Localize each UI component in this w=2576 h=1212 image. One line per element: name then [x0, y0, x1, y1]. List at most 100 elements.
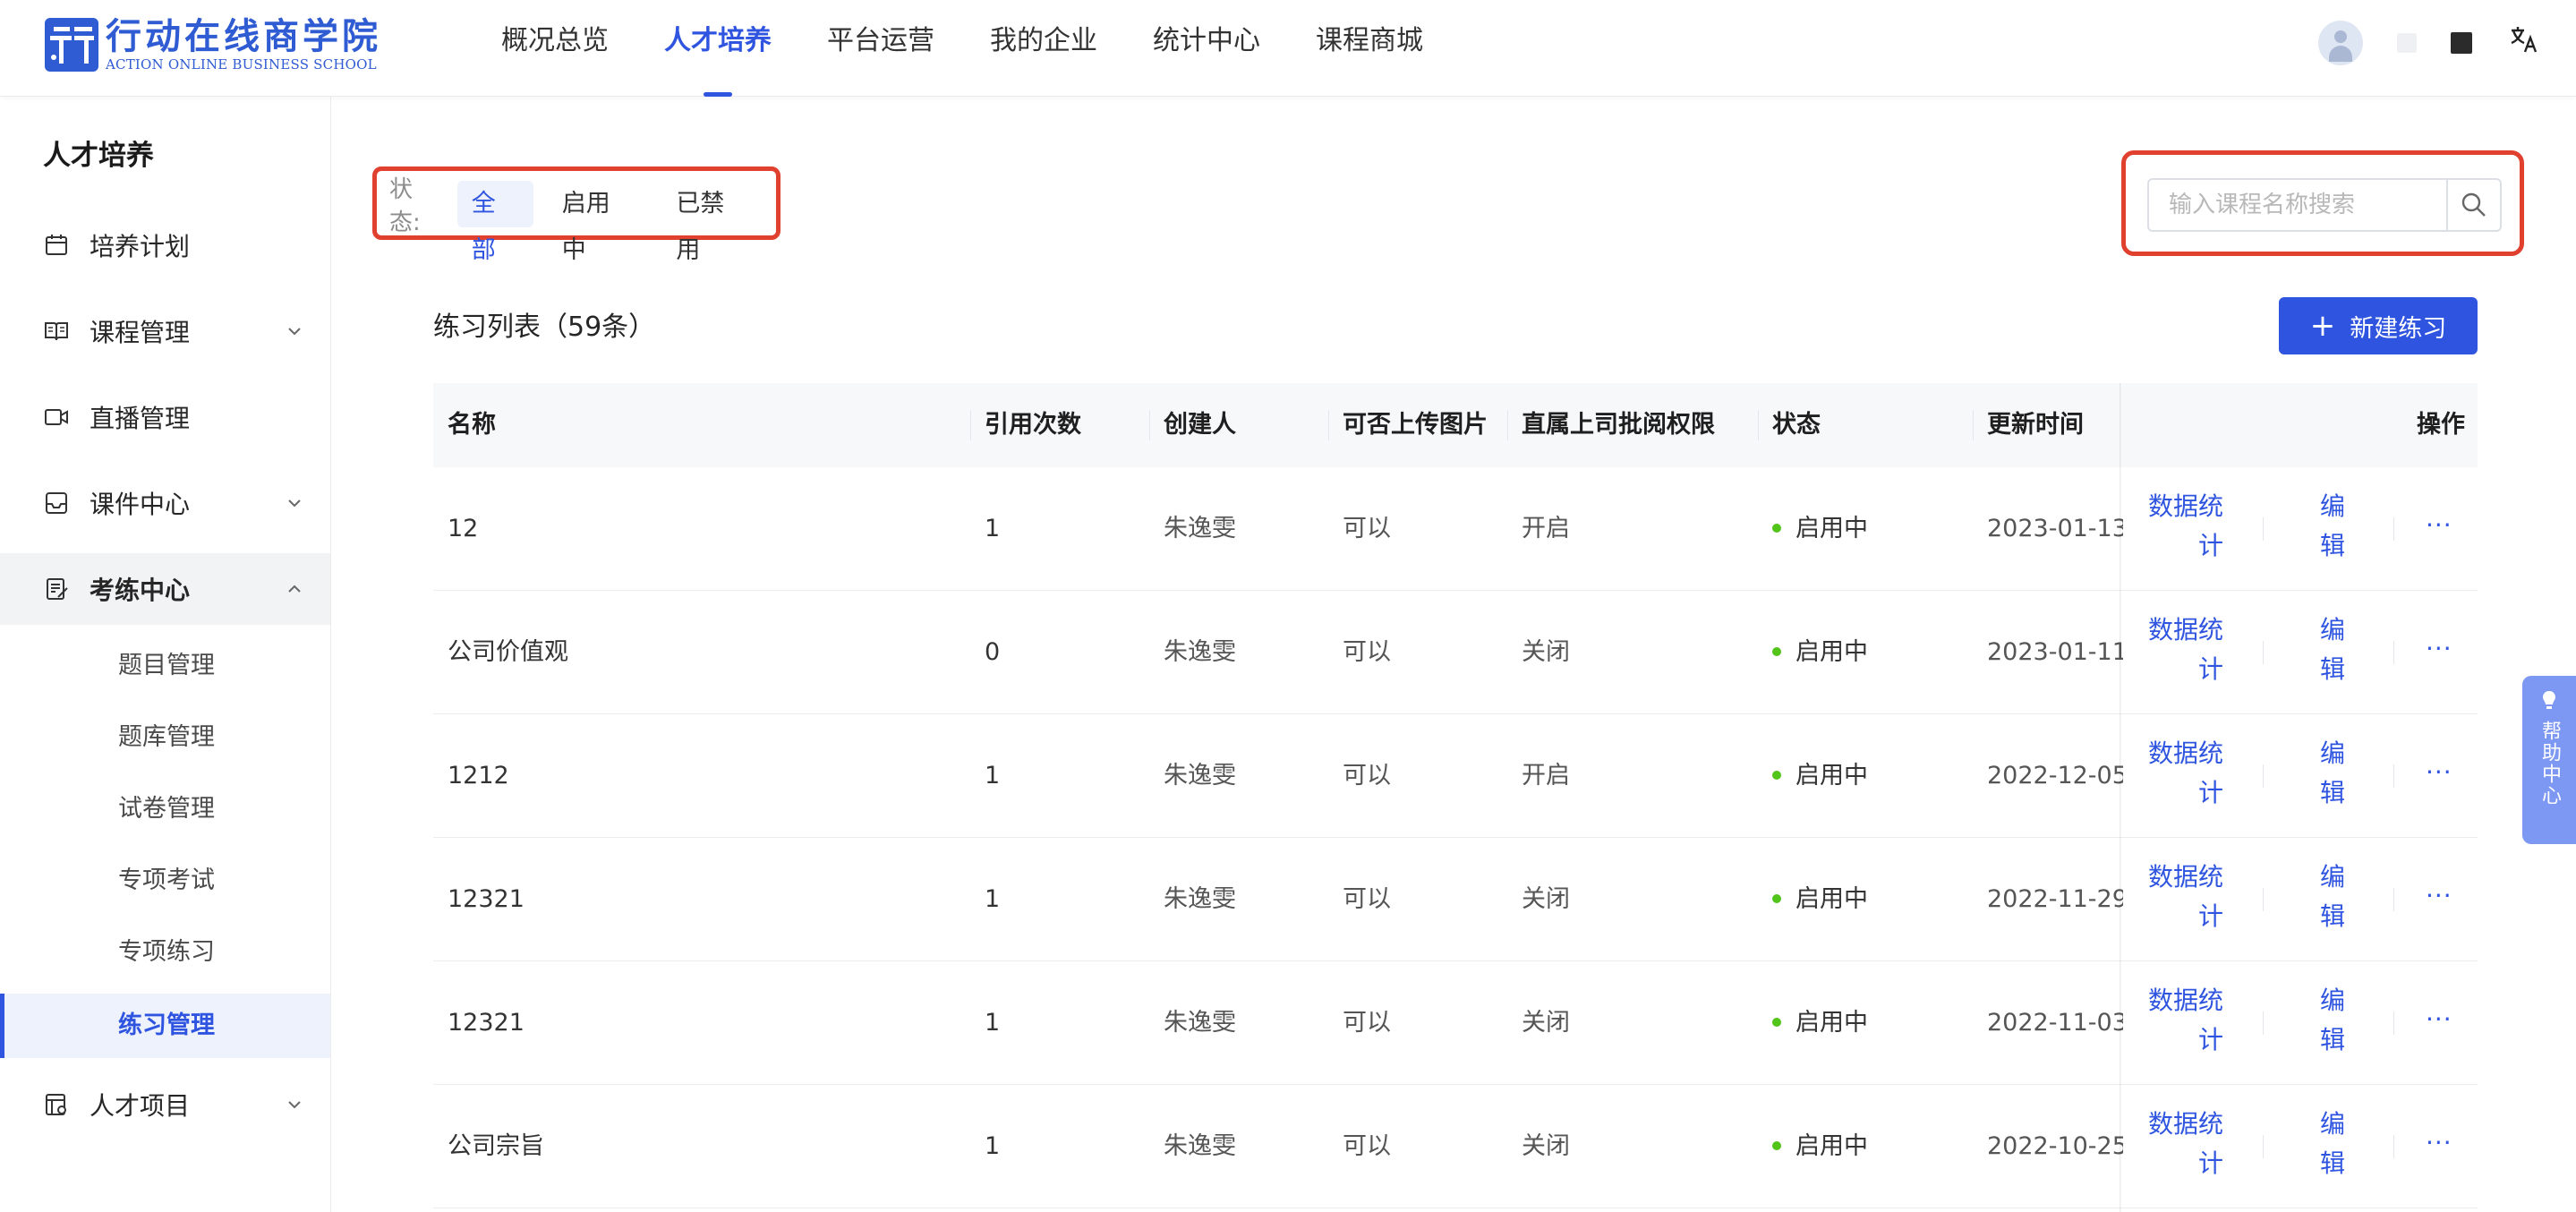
cell-updated-text: 2022-12-05	[1987, 762, 2123, 790]
practice-table: 名称 引用次数 创建人 可否上传图片 直属上司批阅权限 状态 更新时间 操作 1…	[433, 383, 2478, 1212]
search-input[interactable]	[2147, 178, 2446, 232]
filter-disabled[interactable]: 已禁用	[661, 181, 762, 264]
more-actions-icon[interactable]: ···	[2426, 510, 2452, 540]
cell-status: 启用中	[1758, 591, 1991, 713]
sidebar-item-label: 课程管理	[90, 318, 191, 347]
sidebar-item-label: 考练中心	[90, 576, 191, 605]
cell-status-text: 启用中	[1796, 762, 1868, 790]
search-icon	[2461, 192, 2486, 217]
sidebar-sub-question-bank[interactable]: 题库管理	[0, 705, 330, 770]
col-updated: 更新时间	[1987, 411, 2084, 439]
col-review: 直属上司批阅权限	[1522, 411, 1715, 439]
edit-label: 辑	[2319, 778, 2345, 807]
sidebar-sub-question-mgmt[interactable]: 题目管理	[0, 634, 330, 698]
table-header: 名称 引用次数 创建人 可否上传图片 直属上司批阅权限 状态 更新时间 操作	[433, 383, 2478, 467]
cell-creator-text: 朱逸雯	[1164, 638, 1236, 666]
edit-label: 编	[2319, 738, 2345, 768]
help-center-button[interactable]: 帮助中心	[2522, 676, 2576, 844]
data-stats-label: 计	[2197, 654, 2223, 684]
nav-platform-ops[interactable]: 平台运营	[827, 0, 934, 97]
edit-link[interactable]: 编辑	[2315, 610, 2350, 689]
cell-updated: 2023-01-13	[1973, 467, 2123, 590]
edit-link[interactable]: 编辑	[2315, 981, 2350, 1060]
edit-link[interactable]: 编辑	[2315, 487, 2350, 566]
edit-link[interactable]: 编辑	[2315, 734, 2350, 813]
cell-review: 关闭	[1507, 838, 1740, 960]
filter-enabled[interactable]: 启用中	[548, 181, 648, 264]
help-center-label: 帮助中心	[2538, 721, 2561, 807]
cell-updated-text: 2023-01-11	[1987, 638, 2123, 666]
brand-name-en: ACTION ONLINE BUSINESS SCHOOL	[106, 56, 377, 73]
cell-review-text: 开启	[1522, 515, 1570, 542]
new-practice-label: 新建练习	[2350, 314, 2447, 343]
stop-icon[interactable]	[2451, 32, 2472, 54]
nav-course-mall[interactable]: 课程商城	[1316, 0, 1423, 97]
edit-link[interactable]: 编辑	[2315, 1105, 2350, 1183]
cell-refs-text: 1	[985, 1132, 1001, 1160]
sidebar-item-training-plan[interactable]: 培养计划	[0, 209, 330, 281]
cell-creator-text: 朱逸雯	[1164, 885, 1236, 913]
nav-overview[interactable]: 概况总览	[501, 0, 609, 97]
cell-name: 公司价值观	[433, 591, 666, 713]
placeholder-icon[interactable]	[2397, 33, 2417, 53]
sidebar-sub-paper-mgmt[interactable]: 试卷管理	[0, 777, 330, 841]
cell-status: 启用中	[1758, 467, 1991, 590]
sidebar-item-talent-project[interactable]: 人才项目	[0, 1069, 330, 1140]
sidebar-sub-special-exam[interactable]: 专项考试	[0, 849, 330, 913]
cell-refs-text: 1	[985, 1009, 1001, 1037]
status-dot-icon	[1772, 646, 1781, 656]
translate-icon[interactable]	[2506, 24, 2542, 62]
more-actions-icon[interactable]: ···	[2426, 1004, 2452, 1034]
edit-link[interactable]: 编辑	[2315, 858, 2350, 936]
nav-my-company[interactable]: 我的企业	[990, 0, 1097, 97]
cell-name: 公司宗旨	[433, 1085, 666, 1208]
cell-review-text: 关闭	[1522, 1009, 1570, 1037]
cell-updated-text: 2022-11-03	[1987, 1009, 2123, 1037]
sidebar-item-label: 课件中心	[90, 490, 191, 519]
search-button[interactable]	[2446, 178, 2502, 232]
edit-label: 编	[2319, 491, 2345, 521]
nav-talent-training[interactable]: 人才培养	[664, 0, 772, 97]
cell-name-text: 公司价值观	[448, 638, 568, 666]
new-practice-button[interactable]: + 新建练习	[2279, 297, 2478, 354]
sidebar-sub-practice-mgmt[interactable]: 练习管理	[0, 994, 330, 1058]
top-right-tools	[2318, 20, 2542, 66]
data-stats-link[interactable]: 数据统计	[2141, 858, 2231, 936]
cell-upload-text: 可以	[1343, 638, 1391, 666]
sidebar-title: 人才培养	[43, 140, 154, 172]
col-actions: 操作	[2417, 411, 2465, 439]
inbox-icon	[43, 490, 70, 516]
sidebar-item-courseware[interactable]: 课件中心	[0, 467, 330, 539]
cell-name: 1212	[433, 714, 666, 837]
more-actions-icon[interactable]: ···	[2426, 1128, 2452, 1157]
brand-logo[interactable]: 行动在线商学院 ACTION ONLINE BUSINESS SCHOOL	[45, 16, 381, 73]
chevron-down-icon	[288, 1101, 301, 1109]
cell-status: 启用中	[1758, 961, 1991, 1084]
sidebar-sub-special-practice[interactable]: 专项练习	[0, 920, 330, 985]
nav-stats-center[interactable]: 统计中心	[1153, 0, 1260, 97]
list-title: 练习列表（59条）	[433, 312, 656, 343]
col-refs: 引用次数	[985, 411, 1081, 439]
sidebar-item-live-mgmt[interactable]: 直播管理	[0, 381, 330, 453]
user-avatar[interactable]	[2318, 21, 2363, 65]
data-stats-label: 计	[2197, 1148, 2223, 1178]
sidebar-item-course-mgmt[interactable]: 课程管理	[0, 295, 330, 367]
more-actions-icon[interactable]: ···	[2426, 881, 2452, 910]
data-stats-link[interactable]: 数据统计	[2141, 734, 2231, 813]
more-actions-icon[interactable]: ···	[2426, 757, 2452, 787]
data-stats-link[interactable]: 数据统计	[2141, 1105, 2231, 1183]
filter-all[interactable]: 全部	[456, 181, 533, 264]
col-upload: 可否上传图片	[1343, 411, 1488, 439]
more-actions-icon[interactable]: ···	[2426, 634, 2452, 663]
data-stats-label: 数据统	[2147, 491, 2223, 521]
cell-name-text: 12321	[448, 885, 525, 913]
table-row: 12321 1 朱逸雯 可以 关闭 启用中 2022-11-03 数据统计 编辑 ···	[433, 961, 2478, 1085]
table-row: 12 1 朱逸雯 可以 开启 启用中 2023-01-13 数据统计 编辑 ···	[433, 467, 2478, 591]
data-stats-link[interactable]: 数据统计	[2141, 981, 2231, 1060]
cell-status: 启用中	[1758, 1085, 1991, 1208]
data-stats-link[interactable]: 数据统计	[2141, 610, 2231, 689]
app-root: 行动在线商学院 ACTION ONLINE BUSINESS SCHOOL 概况…	[0, 0, 2576, 1212]
sidebar-item-exam-center[interactable]: 考练中心	[0, 553, 330, 625]
cell-upload-text: 可以	[1343, 515, 1391, 542]
data-stats-link[interactable]: 数据统计	[2141, 487, 2231, 566]
